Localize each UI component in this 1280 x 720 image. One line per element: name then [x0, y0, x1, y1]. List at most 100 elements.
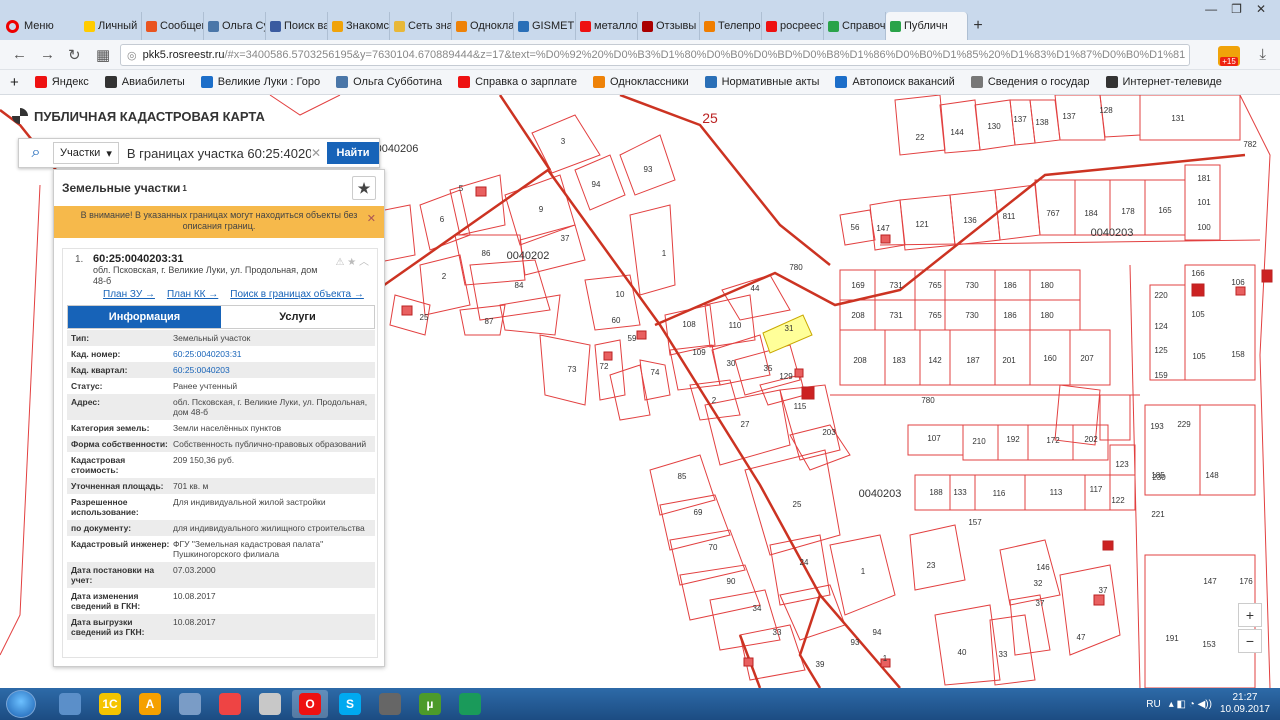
parcel[interactable] — [469, 259, 551, 321]
browser-tab[interactable]: Знакомст — [328, 12, 390, 40]
taskbar-app[interactable] — [172, 690, 208, 718]
parcel[interactable] — [1059, 564, 1121, 656]
search-icon[interactable]: ⌕ — [19, 144, 53, 162]
new-tab-button[interactable]: + — [968, 12, 988, 40]
taskbar-app[interactable]: µ — [412, 690, 448, 718]
search-type-select[interactable]: Участки ▾ — [53, 142, 119, 164]
parcel[interactable] — [934, 604, 1001, 686]
browser-tab[interactable]: Справочн — [824, 12, 886, 40]
taskbar-app[interactable] — [52, 690, 88, 718]
browser-tab[interactable]: Отзывы с — [638, 12, 700, 40]
parcel[interactable] — [909, 524, 966, 591]
search-button[interactable]: Найти — [327, 142, 379, 164]
taskbar-app[interactable]: O — [292, 690, 328, 718]
bookmark-item[interactable]: Нормативные акты — [704, 76, 819, 88]
back-icon[interactable]: ← — [12, 46, 27, 63]
plan-kk-link[interactable]: План КК → — [167, 289, 218, 300]
parcel[interactable] — [789, 424, 851, 471]
attribute-value[interactable]: 60:25:0040203 — [173, 365, 371, 375]
bookmark-icon — [200, 76, 213, 88]
parcel[interactable] — [1034, 179, 1076, 236]
map-title: ПУБЛИЧНАЯ КАДАСТРОВАЯ КАРТА — [12, 108, 265, 124]
parcel[interactable] — [419, 254, 471, 316]
zoom-out-button[interactable]: − — [1238, 629, 1262, 653]
language-indicator[interactable]: RU — [1146, 699, 1160, 710]
parcel[interactable] — [531, 114, 601, 174]
taskbar-app[interactable]: S — [332, 690, 368, 718]
taskbar-app[interactable]: 1С — [92, 690, 128, 718]
browser-tab[interactable]: GISMETEO — [514, 12, 576, 40]
parcel-label: 86 — [482, 249, 491, 258]
parcel[interactable] — [1099, 95, 1141, 138]
parcel[interactable] — [894, 95, 946, 156]
minimize-icon[interactable]: — — [1205, 2, 1217, 16]
parcel[interactable] — [499, 294, 561, 336]
browser-tab[interactable]: Ольга Су — [204, 12, 266, 40]
bookmark-item[interactable]: Великие Луки : Горо — [200, 76, 320, 88]
clock[interactable]: 21:27 10.09.2017 — [1220, 692, 1270, 716]
close-warning-icon[interactable]: ✕ — [367, 214, 376, 225]
download-icon[interactable]: ⤓ — [1259, 46, 1266, 63]
browser-tab[interactable]: Личный к — [80, 12, 142, 40]
parcel-label: 0040203 — [1091, 227, 1134, 239]
browser-tab[interactable]: Сеть знак — [390, 12, 452, 40]
cadastral-number[interactable]: 60:25:0040203:31 — [93, 253, 371, 265]
taskbar-app[interactable] — [452, 690, 488, 718]
parcel[interactable] — [629, 204, 676, 296]
clear-icon[interactable]: ✕ — [311, 146, 321, 160]
reload-icon[interactable]: ↻ — [68, 46, 81, 64]
url-field[interactable]: ◎ pkk5.rosreestr.ru/#x=3400586.570325619… — [120, 44, 1190, 66]
taskbar-app[interactable] — [372, 690, 408, 718]
browser-tab[interactable]: Сообщен — [142, 12, 204, 40]
parcel[interactable] — [639, 359, 671, 401]
maximize-icon[interactable]: ❐ — [1231, 2, 1242, 16]
bookmark-item[interactable]: Автопоиск вакансий — [835, 76, 955, 88]
tray-icons[interactable]: ▴ ◧ ◔ ◀)) — [1169, 699, 1212, 710]
taskbar-app[interactable] — [212, 690, 248, 718]
parcel-label: 193 — [1150, 422, 1164, 431]
bookmark-item[interactable]: Яндекс — [34, 76, 89, 88]
search-within-link[interactable]: Поиск в границах объекта → — [230, 289, 364, 300]
speed-dial-icon[interactable]: ▦ — [96, 46, 110, 64]
browser-menu-button[interactable]: Меню — [6, 16, 54, 36]
bookmark-item[interactable]: Интернет-телевиде — [1105, 76, 1222, 88]
browser-tab[interactable]: металлов — [576, 12, 638, 40]
parcel[interactable] — [709, 589, 781, 651]
browser-tab[interactable]: Телепрог — [700, 12, 762, 40]
extension-button[interactable]: +15 — [1218, 46, 1240, 66]
parcel[interactable] — [999, 539, 1061, 606]
browser-tab[interactable]: росреест — [762, 12, 824, 40]
parcel[interactable] — [539, 334, 591, 406]
browser-tab[interactable]: Поиск ва — [266, 12, 328, 40]
tab-information[interactable]: Информация — [68, 306, 221, 328]
zoom-in-button[interactable]: + — [1238, 603, 1262, 627]
add-bookmark-icon[interactable]: + — [10, 74, 19, 91]
parcel[interactable] — [939, 99, 981, 154]
parcel[interactable] — [1099, 394, 1131, 441]
bookmark-item[interactable]: Авиабилеты — [104, 76, 185, 88]
parcel[interactable] — [1139, 95, 1241, 141]
cadastral-map[interactable]: 25 0040206 0040202 0040203 0040203 782 780 780 3… — [0, 95, 1280, 688]
parcel[interactable] — [679, 564, 761, 621]
forward-icon[interactable]: → — [40, 46, 55, 63]
close-icon[interactable]: ✕ — [1256, 2, 1266, 16]
start-button[interactable] — [6, 690, 36, 718]
search-input[interactable]: В границах участка 60:25:40203 — [119, 142, 311, 164]
parcel[interactable] — [1199, 404, 1256, 496]
attribute-value: 07.03.2000 — [173, 565, 216, 575]
taskbar-app[interactable] — [252, 690, 288, 718]
bookmark-item[interactable]: Ольга Субботина — [336, 76, 442, 88]
plan-zu-link[interactable]: План ЗУ → — [103, 289, 155, 300]
parcel-label: 9 — [539, 205, 544, 214]
bookmark-item[interactable]: Справка о зарплате — [458, 76, 577, 88]
tab-services[interactable]: Услуги — [221, 306, 374, 328]
browser-tab[interactable]: Одноклас — [452, 12, 514, 40]
favorite-button[interactable]: ★ — [352, 176, 376, 200]
selected-parcel[interactable] — [762, 314, 813, 354]
bookmark-item[interactable]: Сведения о государ — [970, 76, 1090, 88]
browser-tab[interactable]: Публичн — [886, 12, 968, 40]
taskbar-app[interactable]: A — [132, 690, 168, 718]
attribute-value[interactable]: 60:25:0040203:31 — [173, 349, 371, 359]
bookmark-item[interactable]: Одноклассники — [593, 76, 689, 88]
item-actions-icons[interactable]: ⚠ ★ ︿ — [336, 253, 370, 268]
